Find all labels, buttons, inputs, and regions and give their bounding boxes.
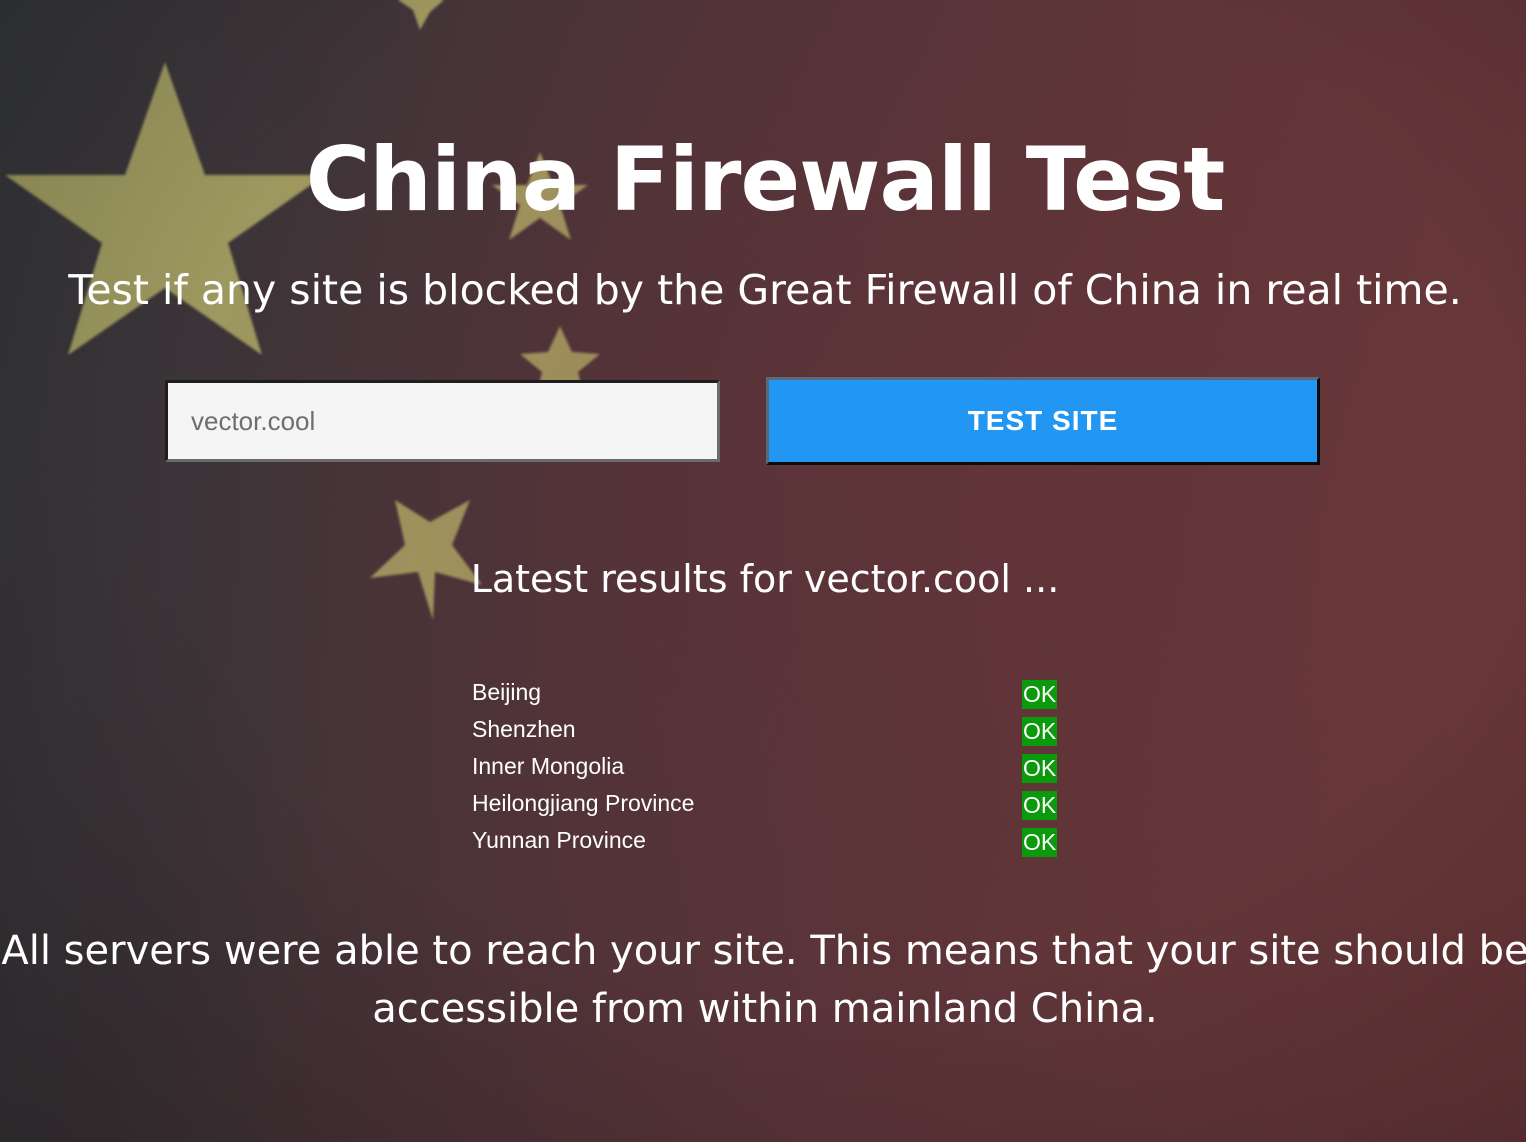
- status-badge: OK: [1022, 791, 1058, 820]
- page-title: China Firewall Test: [305, 128, 1226, 231]
- table-row: Beijing OK: [472, 676, 1072, 713]
- table-row: Yunnan Province OK: [472, 824, 1072, 861]
- status-badge: OK: [1022, 680, 1058, 709]
- location-label: Yunnan Province: [472, 827, 646, 853]
- location-label: Inner Mongolia: [472, 753, 625, 779]
- table-row: Inner Mongolia OK: [472, 750, 1072, 787]
- results-table: Beijing OK Shenzhen OK Inner Mongolia OK…: [472, 676, 1072, 861]
- table-row: Heilongjiang Province OK: [472, 787, 1072, 824]
- conclusion-line: All servers were able to reach your site…: [1, 928, 1526, 974]
- conclusion-line: accessible from within mainland China.: [372, 986, 1158, 1032]
- status-badge: OK: [1022, 828, 1058, 857]
- page-content: China Firewall Test Test if any site is …: [0, 0, 1526, 1142]
- location-label: Beijing: [472, 679, 542, 705]
- location-label: Shenzhen: [472, 716, 576, 742]
- site-url-input[interactable]: [165, 380, 720, 462]
- status-badge: OK: [1022, 717, 1058, 746]
- results-heading: Latest results for vector.cool ...: [470, 557, 1060, 601]
- status-badge: OK: [1022, 754, 1058, 783]
- location-label: Heilongjiang Province: [472, 790, 695, 816]
- page-subtitle: Test if any site is blocked by the Great…: [68, 266, 1462, 314]
- test-site-button[interactable]: TEST SITE: [766, 377, 1320, 465]
- conclusion-text: All servers were able to reach your site…: [0, 922, 1526, 1038]
- table-row: Shenzhen OK: [472, 713, 1072, 750]
